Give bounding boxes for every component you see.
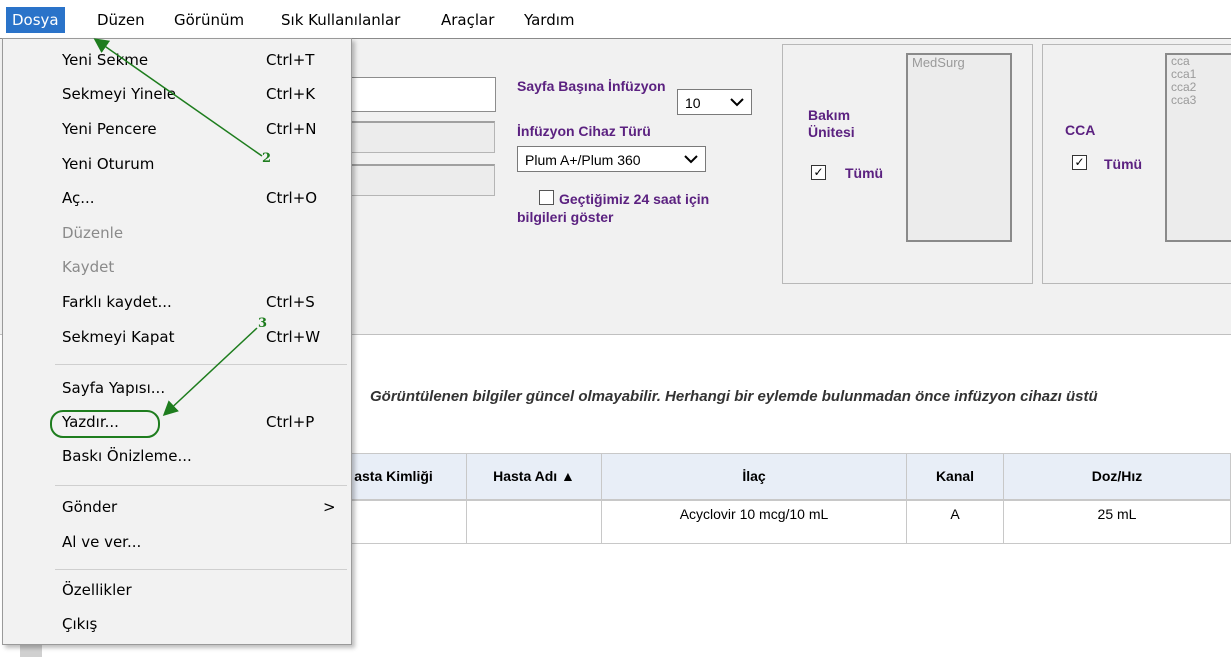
col-header-channel[interactable]: Kanal	[906, 453, 1004, 500]
menu-item-label: Gönder	[62, 498, 118, 516]
menu-item-exit[interactable]: Çıkış	[3, 608, 351, 642]
menu-item-label: Düzenle	[62, 224, 124, 242]
last24-label: Geçtiğimiz 24 saat için bilgileri göster	[517, 191, 710, 225]
menu-item-label: Yeni Pencere	[62, 120, 157, 138]
menu-item-new-window[interactable]: Yeni Pencere Ctrl+N	[3, 113, 351, 147]
menu-item-edit: Düzenle	[3, 217, 351, 251]
table-cell[interactable]: 25 mL	[1003, 500, 1231, 544]
per-page-value: 10	[685, 95, 701, 111]
menu-item-shortcut: Ctrl+P	[266, 413, 315, 431]
menu-item-label: Yazdır...	[62, 413, 119, 431]
menu-item-label: Aç...	[62, 189, 95, 207]
menu-item-label: Yeni Sekme	[62, 51, 149, 69]
table-cell[interactable]: Acyclovir 10 mcg/10 mL	[601, 500, 907, 544]
menu-araclar[interactable]: Araçlar	[441, 9, 494, 31]
menu-item-shortcut: Ctrl+O	[266, 189, 318, 207]
menu-item-label: Özellikler	[62, 581, 132, 599]
menu-item-label: Al ve ver...	[62, 533, 142, 551]
menu-item-open[interactable]: Aç... Ctrl+O	[3, 182, 351, 216]
per-page-label: Sayfa Başına İnfüzyon	[517, 78, 666, 94]
care-unit-all-checkbox[interactable]: ✓	[811, 165, 826, 180]
menu-item-duplicate-tab[interactable]: Sekmeyi Yinele Ctrl+K	[3, 78, 351, 112]
stale-data-warning: Görüntülenen bilgiler güncel olmayabilir…	[370, 388, 1098, 405]
chevron-right-icon: >	[323, 498, 336, 516]
cca-listbox[interactable]: cca cca1 cca2 cca3	[1165, 53, 1231, 242]
menu-item-label: Sekmeyi Kapat	[62, 328, 175, 346]
menu-duzen[interactable]: Düzen	[97, 9, 145, 31]
chevron-down-icon	[729, 90, 745, 124]
cca-label: CCA	[1065, 122, 1096, 138]
menu-item-send[interactable]: Gönder >	[3, 491, 351, 525]
menu-item-label: Yeni Oturum	[62, 155, 155, 173]
menu-item-label: Farklı kaydet...	[62, 293, 172, 311]
care-unit-listbox[interactable]: MedSurg	[906, 53, 1012, 242]
menu-bar: Dosya Düzen Görünüm Sık Kullanılanlar Ar…	[0, 0, 1231, 38]
readonly-field-2	[330, 164, 495, 196]
care-unit-all-label: Tümü	[845, 165, 884, 181]
menu-item-label: Sekmeyi Yinele	[62, 85, 177, 103]
menu-item-print-preview[interactable]: Baskı Önizleme...	[3, 440, 351, 474]
chevron-down-icon	[683, 147, 699, 181]
menu-item-save: Kaydet	[3, 251, 351, 285]
search-field[interactable]	[330, 77, 496, 112]
readonly-field-1	[330, 121, 495, 153]
menu-item-shortcut: Ctrl+T	[266, 51, 315, 69]
col-header-patient-name[interactable]: Hasta Adı ▲	[466, 453, 602, 500]
menu-item-label: Baskı Önizleme...	[62, 447, 192, 465]
menu-item-new-session[interactable]: Yeni Oturum	[3, 148, 351, 182]
menu-item-properties[interactable]: Özellikler	[3, 574, 351, 608]
col-header-dose-rate[interactable]: Doz/Hız	[1003, 453, 1231, 500]
care-unit-label: Bakım Ünitesi	[808, 107, 855, 140]
menu-item-label: Çıkış	[62, 615, 98, 633]
list-item[interactable]: cca3	[1167, 94, 1231, 107]
menu-item-shortcut: Ctrl+S	[266, 293, 315, 311]
device-type-select[interactable]: Plum A+/Plum 360	[517, 146, 706, 172]
menu-item-page-setup[interactable]: Sayfa Yapısı...	[3, 372, 351, 406]
table-cell[interactable]: A	[906, 500, 1004, 544]
table-cell[interactable]	[466, 500, 602, 544]
care-unit-group: Bakım Ünitesi ✓ Tümü MedSurg	[782, 44, 1033, 284]
menu-item-new-tab[interactable]: Yeni Sekme Ctrl+T	[3, 44, 351, 78]
menu-separator	[55, 485, 347, 486]
per-page-select[interactable]: 10	[677, 89, 752, 115]
menu-item-label: Sayfa Yapısı...	[62, 379, 166, 397]
menu-yardim[interactable]: Yardım	[524, 9, 575, 31]
menu-separator	[55, 364, 347, 365]
cca-all-label: Tümü	[1104, 156, 1143, 172]
cca-all-checkbox[interactable]: ✓	[1072, 155, 1087, 170]
menu-item-shortcut: Ctrl+W	[266, 328, 321, 346]
menu-item-import-export[interactable]: Al ve ver...	[3, 526, 351, 560]
menu-item-label: Kaydet	[62, 258, 115, 276]
menu-item-shortcut: Ctrl+K	[266, 85, 316, 103]
device-type-value: Plum A+/Plum 360	[525, 152, 641, 168]
menu-item-shortcut: Ctrl+N	[266, 120, 317, 138]
menu-gorunum[interactable]: Görünüm	[174, 9, 244, 31]
menu-separator	[55, 569, 347, 570]
cca-group: CCA ✓ Tümü cca cca1 cca2 cca3	[1042, 44, 1231, 284]
col-header-drug[interactable]: İlaç	[601, 453, 907, 500]
menu-favorites[interactable]: Sık Kullanılanlar	[281, 9, 400, 31]
menu-dosya[interactable]: Dosya	[6, 7, 65, 33]
scrollbar-stub	[20, 643, 42, 657]
menu-item-print[interactable]: Yazdır... Ctrl+P	[3, 406, 351, 440]
menu-item-save-as[interactable]: Farklı kaydet... Ctrl+S	[3, 286, 351, 320]
device-type-label: İnfüzyon Cihaz Türü	[517, 123, 651, 139]
file-menu: Yeni Sekme Ctrl+T Sekmeyi Yinele Ctrl+K …	[2, 38, 352, 645]
menu-item-close-tab[interactable]: Sekmeyi Kapat Ctrl+W	[3, 321, 351, 355]
list-item[interactable]: MedSurg	[908, 55, 1010, 70]
